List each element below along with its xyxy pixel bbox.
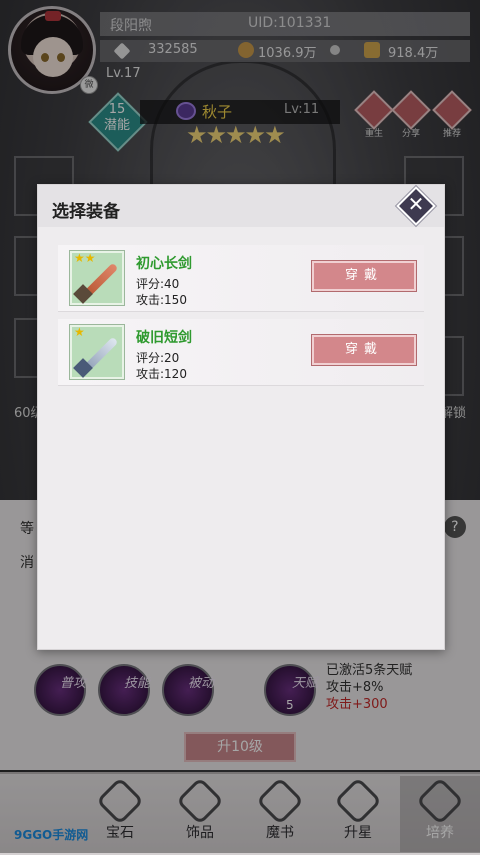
equipment-name: 破旧短剑 [136,330,192,346]
equipment-name: 初心长剑 [136,256,192,272]
equip-button[interactable]: 穿戴 [311,334,417,366]
rarity-stars: ★ [74,325,85,339]
rarity-stars: ★★ [74,251,96,265]
close-icon[interactable]: ✕ [401,189,431,219]
equipment-score: 评分:40 [136,277,180,291]
equipment-score: 评分:20 [136,351,180,365]
equipment-attack: 攻击:150 [136,293,187,307]
sword-thumbnail[interactable]: ★ [69,324,125,380]
select-equipment-dialog: 选择装备 ✕ ★★ 初心长剑 评分:40 攻击:150 穿戴 ★ 破旧短剑 评分… [37,184,445,650]
equipment-item: ★ 破旧短剑 评分:20 攻击:120 穿戴 [58,319,424,386]
equip-button[interactable]: 穿戴 [311,260,417,292]
dialog-title: 选择装备 [52,202,120,222]
sword-thumbnail[interactable]: ★★ [69,250,125,306]
equipment-attack: 攻击:120 [136,367,187,381]
equipment-item: ★★ 初心长剑 评分:40 攻击:150 穿戴 [58,245,424,312]
